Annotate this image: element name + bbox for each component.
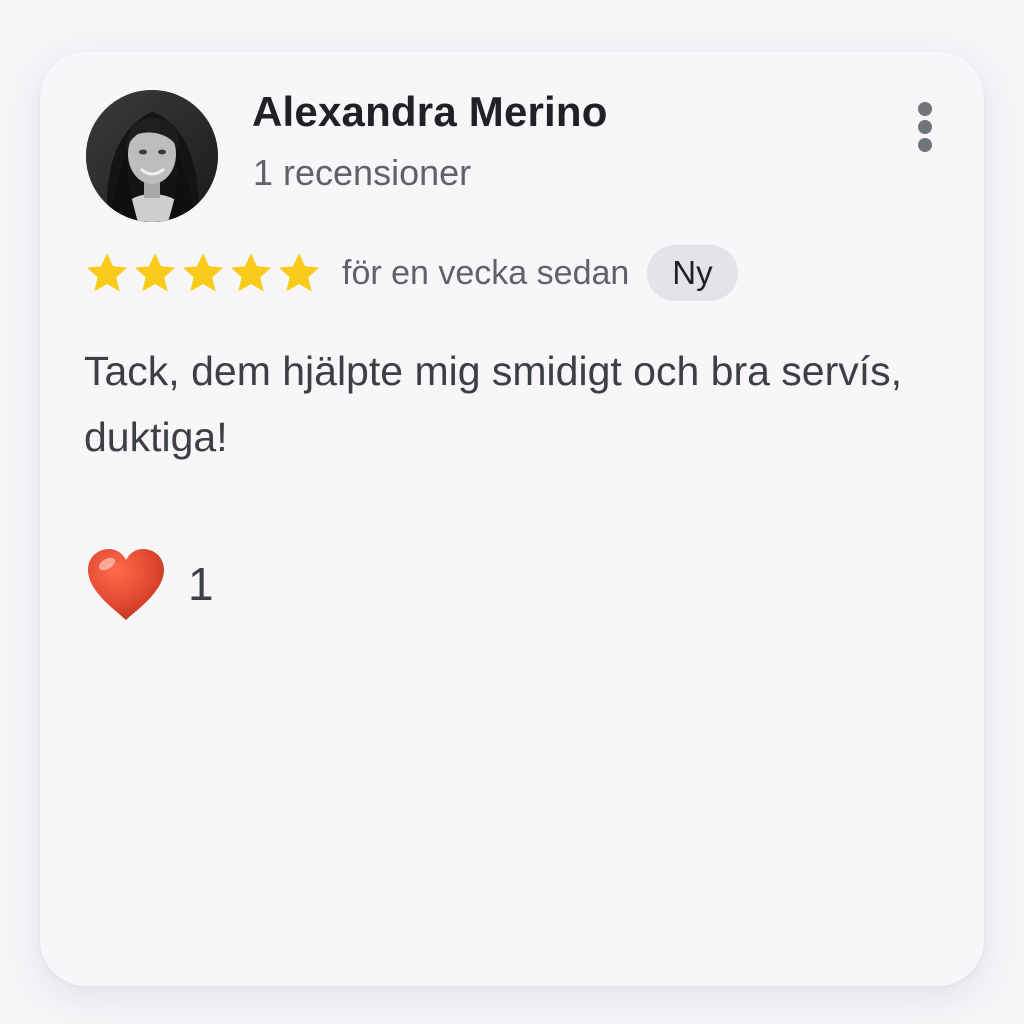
reviewer-name[interactable]: Alexandra Merino: [252, 88, 608, 136]
more-vert-icon: [918, 120, 932, 134]
review-card: Alexandra Merino 1 recensioner för en ve…: [40, 52, 984, 986]
star-icon: [278, 253, 320, 292]
avatar[interactable]: [86, 90, 218, 222]
review-text: Tack, dem hjälpte mig smidigt och bra se…: [84, 348, 903, 460]
star-icon: [230, 253, 272, 292]
more-vert-icon: [918, 138, 932, 152]
rating-row: för en vecka sedan Ny: [84, 245, 738, 301]
star-icon: [86, 253, 128, 292]
review-time: för en vecka sedan: [342, 253, 630, 292]
avatar-photo: [86, 90, 218, 222]
reaction-count: 1: [188, 558, 214, 610]
new-badge: Ny: [647, 245, 738, 301]
like-reaction-button[interactable]: 1: [84, 544, 214, 624]
more-vert-icon: [918, 102, 932, 116]
star-icon: [182, 253, 224, 292]
more-options-button[interactable]: [902, 96, 948, 158]
star-rating: [84, 250, 322, 296]
star-icon: [134, 253, 176, 292]
review-count: 1 recensioner: [253, 152, 472, 193]
heart-icon: [88, 549, 164, 620]
